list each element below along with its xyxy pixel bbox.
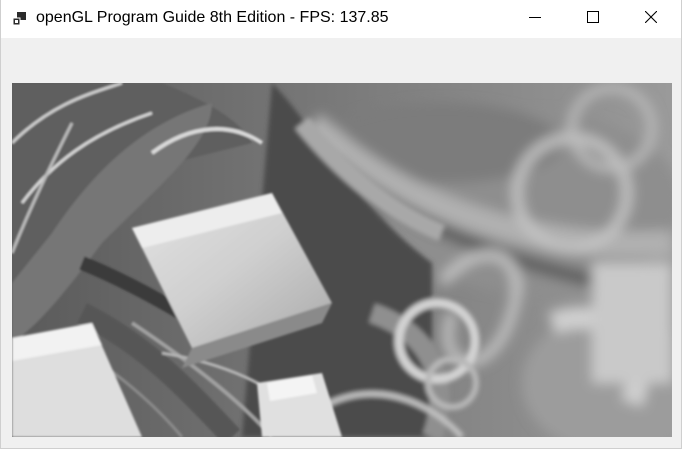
maximize-button[interactable]: [564, 0, 622, 38]
client-area: [1, 38, 681, 448]
maximize-icon: [587, 10, 599, 28]
close-icon: [644, 10, 658, 28]
opengl-viewport[interactable]: [12, 83, 672, 437]
minimize-icon: [529, 10, 541, 28]
app-icon: [11, 11, 27, 27]
rendered-texture-image: [12, 83, 672, 437]
minimize-button[interactable]: [506, 0, 564, 38]
app-window: openGL Program Guide 8th Edition - FPS: …: [0, 0, 682, 449]
window-title: openGL Program Guide 8th Edition - FPS: …: [36, 9, 389, 26]
close-button[interactable]: [622, 0, 680, 38]
title-bar[interactable]: openGL Program Guide 8th Edition - FPS: …: [1, 0, 681, 38]
